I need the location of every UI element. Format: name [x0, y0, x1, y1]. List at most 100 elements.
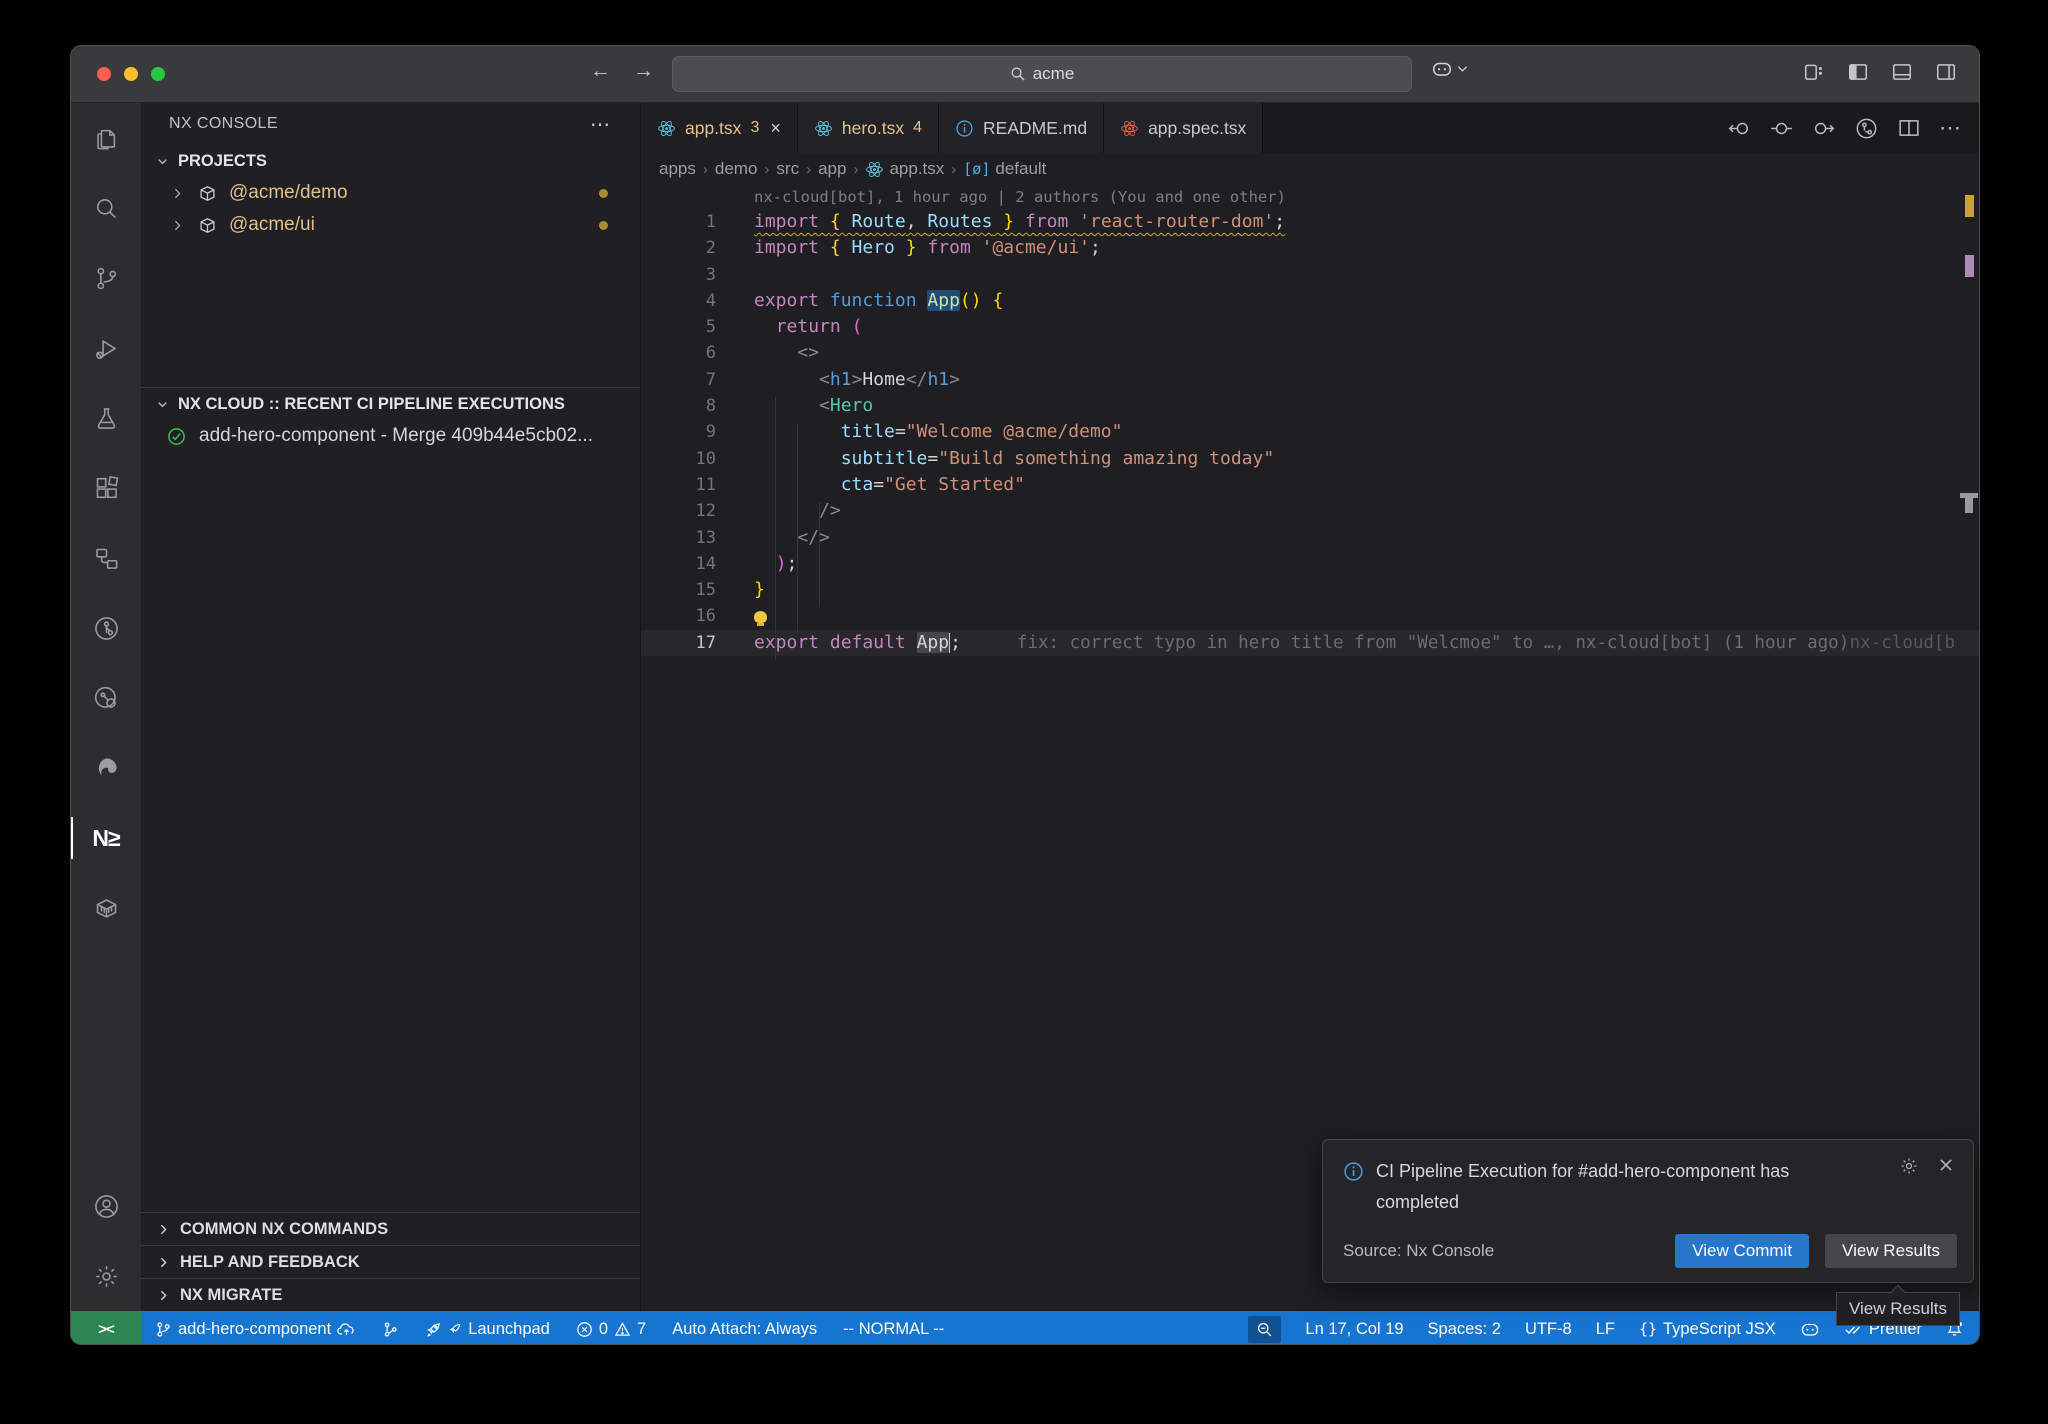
toggle-panel-icon[interactable]: [1891, 61, 1913, 83]
lightbulb-icon[interactable]: [754, 611, 767, 623]
language-mode-item[interactable]: {}TypeScript JSX: [1639, 1320, 1776, 1339]
copilot-menu[interactable]: [1431, 60, 1468, 78]
breadcrumb-item-app[interactable]: app: [818, 159, 846, 179]
toggle-primary-sidebar-icon[interactable]: [1847, 61, 1869, 83]
remote-indicator[interactable]: ><: [71, 1311, 141, 1345]
code-line[interactable]: 9 title="Welcome @acme/demo": [641, 419, 1979, 445]
cursor-position-item[interactable]: Ln 17, Col 19: [1305, 1320, 1403, 1339]
project-label: @acme/demo: [229, 182, 348, 204]
activity-item-source-control[interactable]: [71, 243, 141, 313]
copilot-item[interactable]: [1800, 1321, 1820, 1338]
section-label: NX MIGRATE: [180, 1286, 282, 1305]
code-line[interactable]: 1import { Route, Routes } from 'react-ro…: [641, 209, 1979, 235]
close-window-button[interactable]: [97, 67, 111, 81]
project-label: @acme/ui: [229, 214, 315, 236]
launchpad-item[interactable]: Launchpad: [425, 1320, 550, 1339]
code-line[interactable]: 16: [641, 603, 1979, 629]
encoding-item[interactable]: UTF-8: [1525, 1320, 1572, 1339]
project-tree-item[interactable]: @acme/ui: [141, 209, 640, 241]
code-line[interactable]: 14 );: [641, 551, 1979, 577]
indentation-item[interactable]: Spaces: 2: [1428, 1320, 1501, 1339]
breadcrumb-item-default[interactable]: [ø]default: [963, 159, 1046, 179]
line-number: 13: [641, 525, 716, 551]
line-number: 16: [641, 603, 716, 629]
code-line[interactable]: 15}: [641, 577, 1979, 603]
more-actions-icon[interactable]: ⋯: [1939, 115, 1961, 141]
activity-item-gitlens-inspect[interactable]: [71, 663, 141, 733]
code-line[interactable]: 5 return (: [641, 314, 1979, 340]
nav-forward-icon[interactable]: [1812, 119, 1835, 138]
git-graph-item[interactable]: [382, 1321, 399, 1338]
info-icon: [1343, 1161, 1364, 1218]
breadcrumb-item-apps[interactable]: apps: [659, 159, 696, 179]
breadcrumb-item-src[interactable]: src: [776, 159, 799, 179]
activity-item-project-graph[interactable]: [71, 523, 141, 593]
activity-item-containers[interactable]: [71, 873, 141, 943]
tab-app-spec-tsx[interactable]: app.spec.tsx: [1104, 103, 1263, 153]
tab-app-tsx[interactable]: app.tsx3×: [641, 103, 798, 153]
view-commit-button[interactable]: View Commit: [1675, 1234, 1809, 1268]
breadcrumb-item-app-tsx[interactable]: app.tsx: [865, 159, 944, 179]
sidebar-more-actions-icon[interactable]: ⋯: [590, 112, 612, 137]
project-tree-item[interactable]: @acme/demo: [141, 177, 640, 209]
customize-layout-icon[interactable]: [1803, 61, 1825, 83]
nav-back-icon[interactable]: [1728, 119, 1751, 138]
activity-item-run-debug[interactable]: [71, 313, 141, 383]
zoom-out-item[interactable]: [1248, 1316, 1281, 1343]
activity-item-nx-console[interactable]: N≥: [71, 803, 141, 873]
problems-item[interactable]: 07: [576, 1320, 646, 1339]
git-run-icon[interactable]: [1854, 116, 1879, 141]
activity-item-account[interactable]: [71, 1171, 141, 1241]
minimize-window-button[interactable]: [124, 67, 138, 81]
code-line[interactable]: 6 <>: [641, 340, 1979, 366]
activity-item-search[interactable]: [71, 173, 141, 243]
gear-icon[interactable]: [1899, 1156, 1919, 1218]
activity-item-extensions[interactable]: [71, 453, 141, 523]
activity-item-git-graph-circle[interactable]: [71, 593, 141, 663]
tab-README-md[interactable]: README.md: [939, 103, 1104, 153]
zoom-window-button[interactable]: [151, 67, 165, 81]
breadcrumb-item-demo[interactable]: demo: [715, 159, 758, 179]
section-header-nx-migrate[interactable]: NX MIGRATE: [141, 1278, 640, 1311]
close-icon[interactable]: ×: [770, 118, 781, 139]
git-branch-item[interactable]: add-hero-component: [155, 1320, 356, 1339]
tab-label: app.tsx: [685, 118, 741, 139]
code-line[interactable]: 17export default App;fix: correct typo i…: [641, 630, 1979, 656]
vim-mode-item[interactable]: -- NORMAL --: [843, 1320, 944, 1339]
view-results-button[interactable]: View Results: [1825, 1234, 1957, 1268]
history-back-icon[interactable]: ←: [590, 59, 611, 83]
code-line[interactable]: 3: [641, 262, 1979, 288]
chevron-right-icon[interactable]: [169, 217, 186, 234]
chevron-right-icon[interactable]: [169, 185, 186, 202]
activity-item-edge-browser[interactable]: [71, 733, 141, 803]
code-line[interactable]: 4export function App() {: [641, 288, 1979, 314]
close-icon[interactable]: [1937, 1156, 1955, 1218]
code-line[interactable]: 11 cta="Get Started": [641, 472, 1979, 498]
code-line[interactable]: 2import { Hero } from '@acme/ui';: [641, 235, 1979, 261]
activity-item-explorer[interactable]: [71, 103, 141, 173]
code-line[interactable]: 8 <Hero: [641, 393, 1979, 419]
history-forward-icon[interactable]: →: [633, 59, 654, 83]
code-line[interactable]: 13 </>: [641, 525, 1979, 551]
pipeline-execution-item[interactable]: add-hero-component - Merge 409b44e5cb02.…: [141, 420, 640, 452]
toggle-secondary-sidebar-icon[interactable]: [1935, 61, 1957, 83]
projects-section-header[interactable]: PROJECTS: [141, 145, 640, 177]
command-center-search[interactable]: acme: [672, 56, 1412, 92]
react-icon: [814, 119, 833, 138]
code-line[interactable]: 7 <h1>Home</h1>: [641, 367, 1979, 393]
gitlens-inspect-icon: [93, 685, 120, 712]
section-header-help-and-feedback[interactable]: HELP AND FEEDBACK: [141, 1245, 640, 1278]
code-line[interactable]: 10 subtitle="Build something amazing tod…: [641, 446, 1979, 472]
eol-item[interactable]: LF: [1596, 1320, 1615, 1339]
split-editor-icon[interactable]: [1898, 118, 1920, 138]
activity-item-testing[interactable]: [71, 383, 141, 453]
section-header-common-nx-commands[interactable]: COMMON NX COMMANDS: [141, 1212, 640, 1245]
auto-attach-item[interactable]: Auto Attach: Always: [672, 1320, 817, 1339]
code-line[interactable]: 12 />: [641, 498, 1979, 524]
nx-cloud-section-header[interactable]: NX CLOUD :: RECENT CI PIPELINE EXECUTION…: [141, 387, 640, 420]
tab-hero-tsx[interactable]: hero.tsx4: [798, 103, 939, 153]
breadcrumb-separator: ›: [764, 161, 769, 178]
activity-item-settings[interactable]: [71, 1241, 141, 1311]
nav-dot-icon[interactable]: [1770, 119, 1793, 138]
code-editor[interactable]: nx-cloud[bot], 1 hour ago | 2 authors (Y…: [641, 185, 1979, 656]
